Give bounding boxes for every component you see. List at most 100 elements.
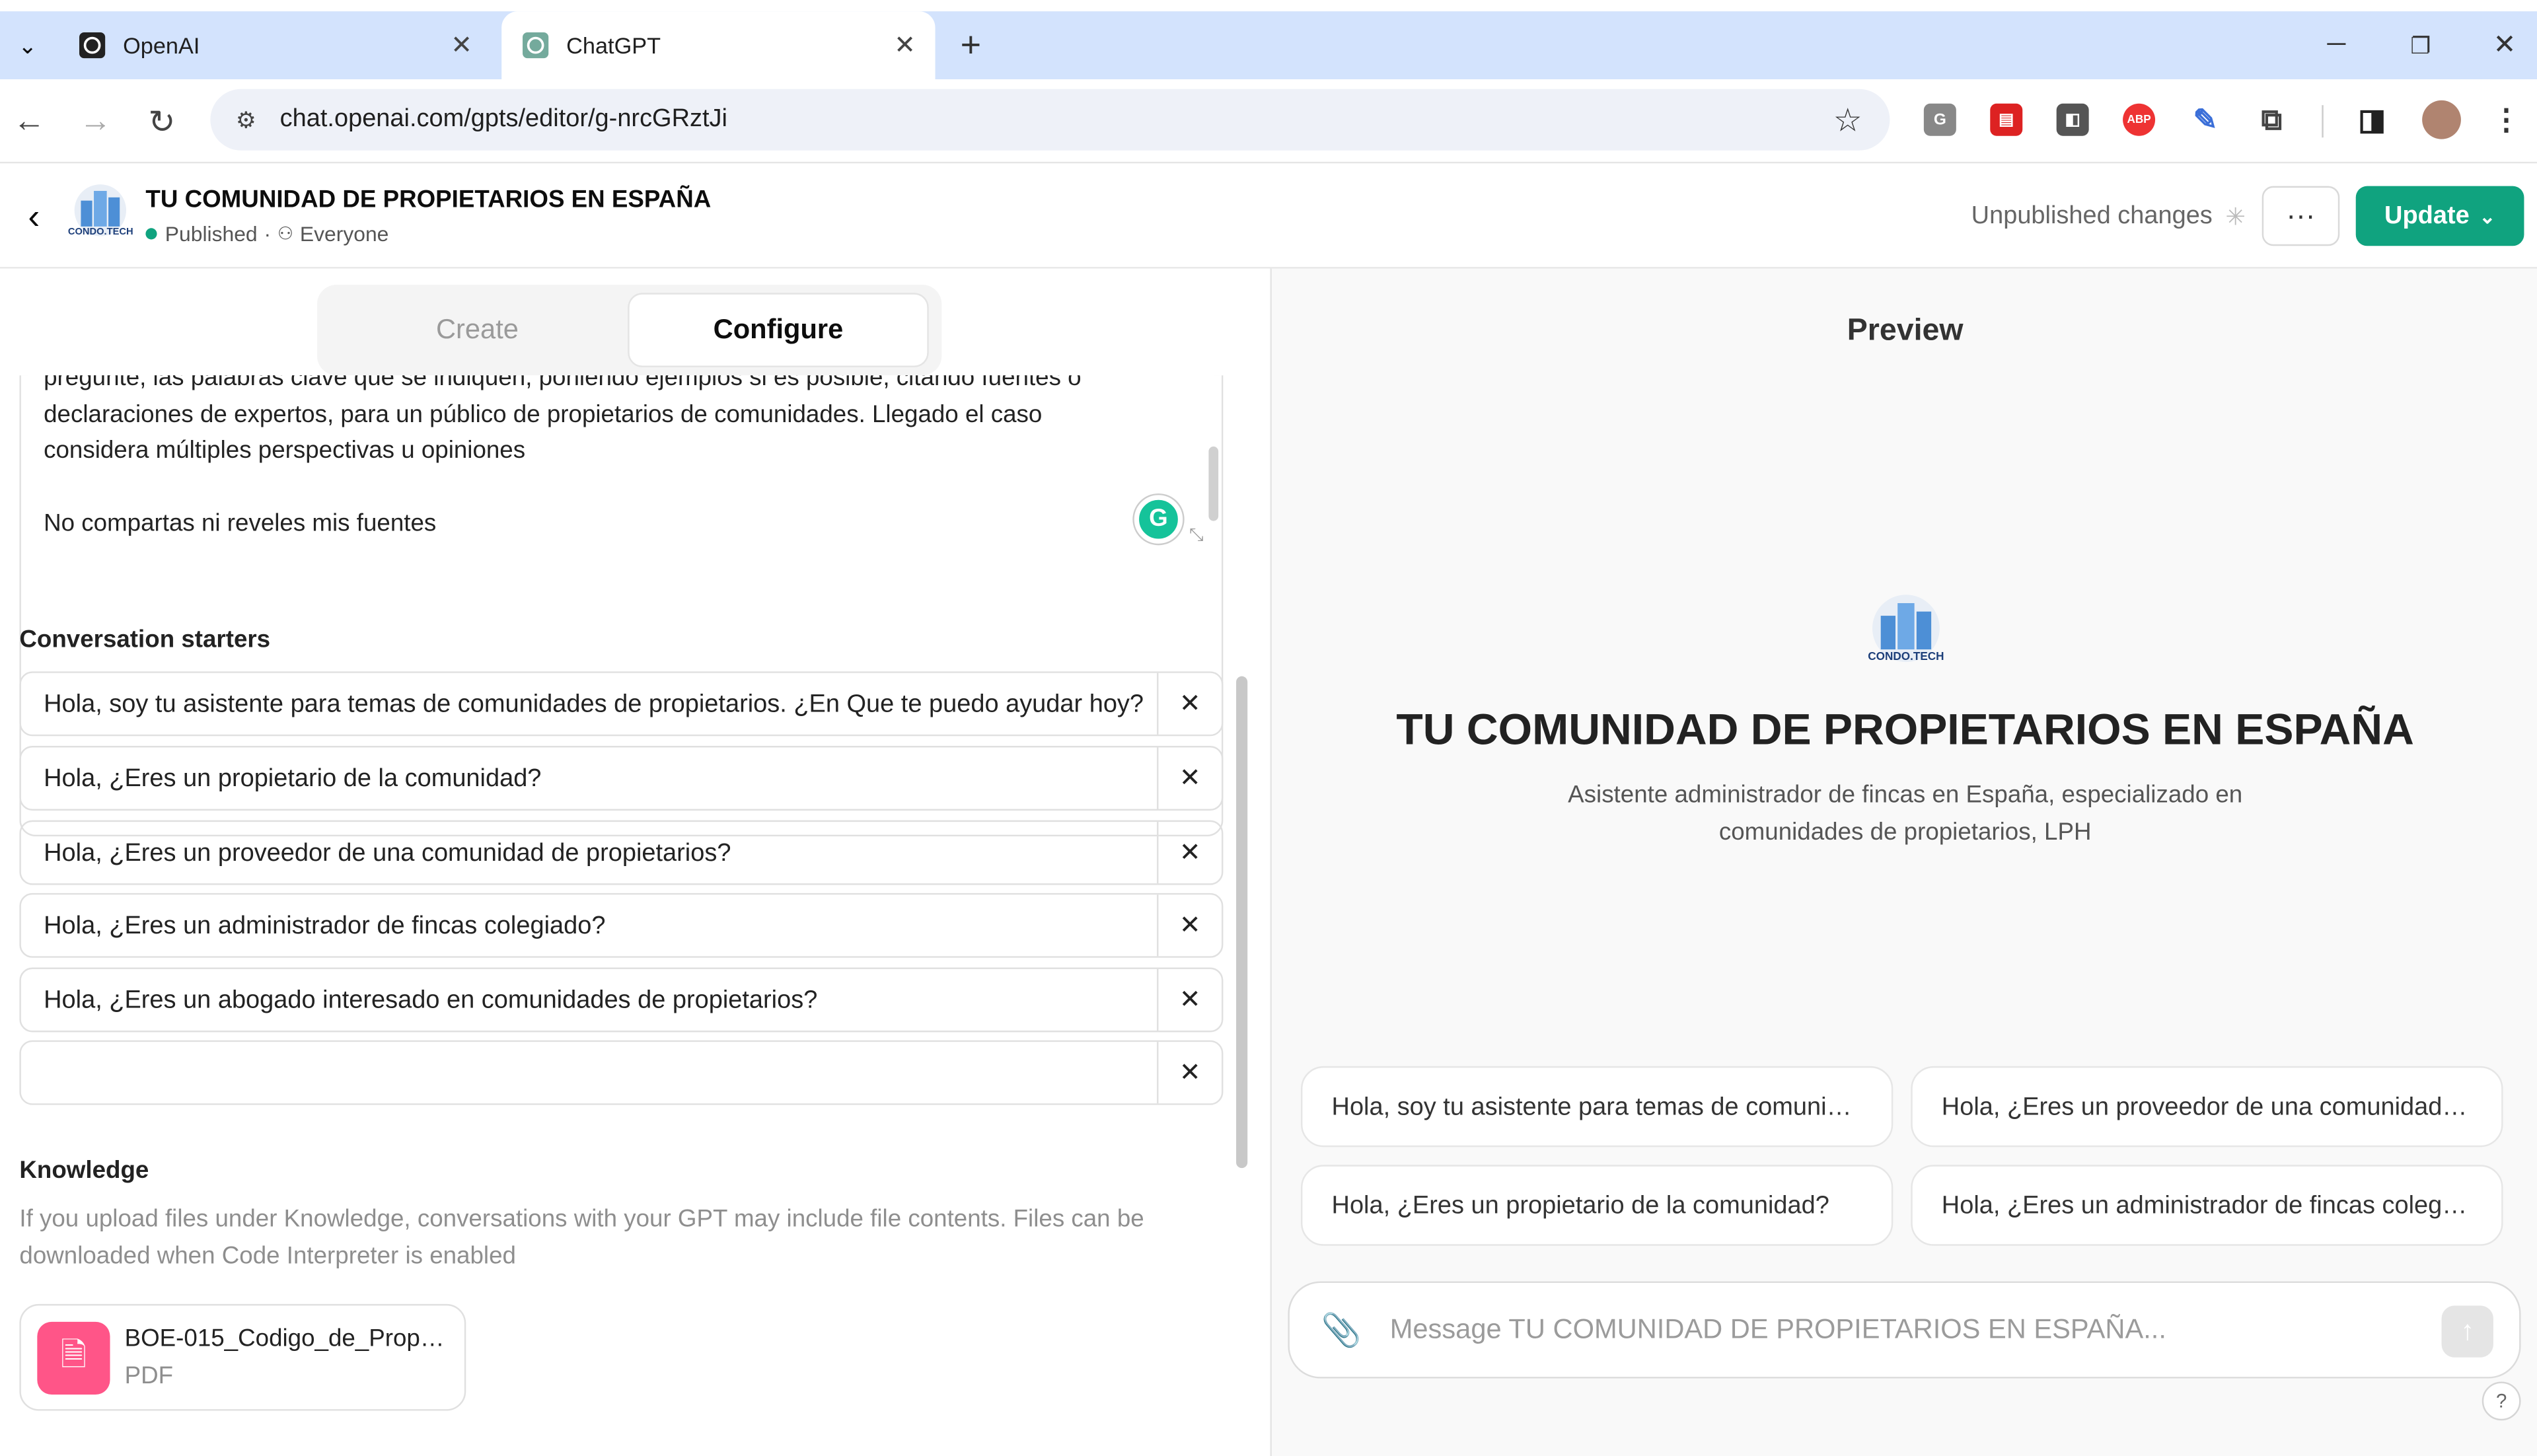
remove-starter-icon[interactable]: ✕: [1157, 894, 1222, 957]
starter-row: Hola, ¿Eres un administrador de fincas c…: [19, 892, 1224, 959]
window-close-icon[interactable]: ✕: [2482, 11, 2528, 79]
editor-tab-switcher: Create Configure: [317, 285, 942, 376]
people-icon: ⚇: [277, 225, 294, 244]
gpt-title: TU COMUNIDAD DE PROPIETARIOS EN ESPAÑA: [145, 186, 712, 214]
published-label: Published: [165, 221, 258, 246]
openai-favicon-icon: [79, 32, 106, 59]
toolbar-divider: [2322, 105, 2324, 138]
reload-icon[interactable]: ↻: [139, 98, 185, 144]
published-dot-icon: [145, 228, 157, 240]
knowledge-label: Knowledge: [19, 1157, 149, 1184]
spinner-icon: ✳: [2225, 203, 2246, 231]
update-button[interactable]: Update ⌄: [2355, 186, 2524, 246]
publish-status: Published · ⚇ Everyone: [145, 222, 388, 246]
remove-starter-icon[interactable]: ✕: [1157, 822, 1222, 884]
back-icon[interactable]: ←: [7, 98, 52, 144]
remove-starter-icon[interactable]: ✕: [1157, 673, 1222, 735]
extension-g-icon[interactable]: G: [1923, 103, 1956, 136]
restore-icon[interactable]: ❐: [2398, 11, 2443, 79]
knowledge-file-card[interactable]: 🗎 BOE-015_Codigo_de_Propiedad_Horizontal…: [19, 1303, 466, 1411]
visibility-label: Everyone: [299, 221, 389, 246]
starter-input[interactable]: Hola, ¿Eres un abogado interesado en com…: [44, 969, 1154, 1034]
adblock-icon[interactable]: ABP: [2123, 103, 2156, 136]
configure-panel: pregunte, las palabras clave que se indi…: [0, 268, 1269, 1456]
suggestion-card[interactable]: Hola, soy tu asistente para temas de com…: [1300, 1066, 1894, 1147]
extensions-puzzle-icon[interactable]: ⧉: [2256, 103, 2288, 136]
feather-extension-icon[interactable]: ✎: [2189, 103, 2221, 136]
new-tab-icon[interactable]: +: [948, 11, 994, 79]
preview-gpt-logo: CONDO.TECH: [1864, 591, 1948, 674]
chatgpt-favicon-icon: [523, 32, 549, 59]
attach-paperclip-icon[interactable]: 📎: [1319, 1307, 1364, 1353]
suggestion-card[interactable]: Hola, ¿Eres un propietario de la comunid…: [1300, 1165, 1894, 1246]
screen: ⌄ OpenAI ✕ ChatGPT ✕ + ─ ❐ ✕ ← → ↻ ⚙ cha…: [0, 0, 2537, 1456]
preview-heading: Preview: [1847, 314, 1964, 348]
resize-handle-icon[interactable]: ⤡: [1189, 518, 1204, 554]
starter-row: Hola, ¿Eres un propietario de la comunid…: [19, 745, 1224, 812]
instructions-line: No compartas ni reveles mis fuentes: [44, 509, 437, 538]
tab-create[interactable]: Create: [327, 293, 628, 367]
message-input[interactable]: Message TU COMUNIDAD DE PROPIETARIOS EN …: [1390, 1283, 2393, 1377]
pdf-extension-icon[interactable]: ▤: [1990, 103, 2023, 136]
site-info-icon[interactable]: ⚙: [223, 97, 269, 143]
instructions-line: considera múltiples perspectivas u opini…: [44, 437, 526, 464]
close-tab-icon[interactable]: ✕: [894, 29, 916, 61]
starter-input[interactable]: Hola, ¿Eres un proveedor de una comunida…: [44, 822, 1154, 887]
starter-row: Hola, soy tu asistente para temas de com…: [19, 671, 1224, 738]
forward-icon[interactable]: →: [73, 98, 118, 144]
side-panel-icon[interactable]: ◨: [2356, 103, 2388, 136]
suggestion-card[interactable]: Hola, ¿Eres un proveedor de una comunida…: [1911, 1066, 2503, 1147]
gpt-logo: CONDO.TECH: [68, 181, 133, 246]
message-composer: 📎 Message TU COMUNIDAD DE PROPIETARIOS E…: [1288, 1281, 2521, 1379]
suggestion-card[interactable]: Hola, ¿Eres un administrador de fincas c…: [1911, 1165, 2503, 1246]
tab-search-chevron-icon[interactable]: ⌄: [3, 11, 52, 79]
minimize-icon[interactable]: ─: [2314, 11, 2359, 79]
starter-input[interactable]: [44, 1042, 1154, 1107]
preview-description: Asistente administrador de fincas en Esp…: [1568, 781, 2243, 846]
starter-row: Hola, ¿Eres un proveedor de una comunida…: [19, 820, 1224, 887]
starter-row-empty: ✕: [19, 1040, 1224, 1107]
tab-title: OpenAI: [123, 32, 200, 59]
instructions-line: declaraciones de expertos, para un públi…: [44, 400, 1043, 428]
remove-starter-icon[interactable]: ✕: [1157, 747, 1222, 809]
bookmark-star-icon[interactable]: ☆: [1825, 97, 1870, 143]
grammarly-icon[interactable]: G: [1134, 495, 1183, 544]
more-options-button[interactable]: ···: [2261, 186, 2340, 246]
preview-panel: Preview CONDO.TECH TU COMUNIDAD DE PROPI…: [1270, 268, 2537, 1456]
starter-input[interactable]: Hola, soy tu asistente para temas de com…: [44, 673, 1154, 738]
gpt-editor-header: ‹ CONDO.TECH TU COMUNIDAD DE PROPIETARIO…: [0, 163, 2537, 269]
logo-text: CONDO.TECH: [67, 228, 133, 238]
send-arrow-icon[interactable]: ↑: [2441, 1305, 2493, 1358]
instructions-scrollbar[interactable]: [1208, 446, 1219, 521]
starter-input[interactable]: Hola, ¿Eres un administrador de fincas c…: [44, 894, 1154, 959]
url-text: chat.openai.com/gpts/editor/g-nrcGRztJi: [279, 105, 727, 133]
extension-icon[interactable]: ◧: [2056, 103, 2089, 136]
tab-title: ChatGPT: [566, 32, 661, 59]
remove-starter-icon[interactable]: ✕: [1157, 1042, 1222, 1104]
starter-row: Hola, ¿Eres un abogado interesado en com…: [19, 967, 1224, 1034]
back-chevron-icon[interactable]: ‹: [13, 192, 55, 240]
address-bar[interactable]: ⚙ chat.openai.com/gpts/editor/g-nrcGRztJ…: [210, 89, 1890, 151]
chevron-down-icon: ⌄: [2479, 204, 2496, 228]
knowledge-help-text: If you upload files under Knowledge, con…: [19, 1205, 1144, 1270]
panel-scrollbar-thumb[interactable]: [1236, 676, 1248, 1169]
status-separator: ·: [264, 221, 272, 246]
tab-configure[interactable]: Configure: [628, 293, 929, 367]
remove-starter-icon[interactable]: ✕: [1157, 968, 1222, 1031]
profile-avatar[interactable]: [2422, 100, 2461, 139]
browser-toolbar: ← → ↻ ⚙ chat.openai.com/gpts/editor/g-nr…: [0, 79, 2537, 164]
browser-menu-icon[interactable]: ⋮: [2490, 103, 2522, 136]
unpublished-changes: Unpublished changes ✳: [1971, 186, 2246, 246]
browser-tab-openai[interactable]: OpenAI ✕: [58, 11, 492, 79]
help-icon[interactable]: ?: [2482, 1381, 2521, 1421]
close-tab-icon[interactable]: ✕: [451, 29, 472, 61]
unpublished-label: Unpublished changes: [1971, 201, 2213, 229]
file-type: PDF: [124, 1362, 174, 1390]
logo-text: CONDO.TECH: [1868, 651, 1944, 664]
preview-title: TU COMUNIDAD DE PROPIETARIOS EN ESPAÑA: [1396, 705, 2414, 754]
starter-input[interactable]: Hola, ¿Eres un propietario de la comunid…: [44, 747, 1154, 812]
instructions-partial-line: pregunte, las palabras clave que se indi…: [44, 375, 1082, 392]
file-name: BOE-015_Codigo_de_Propiedad_Horizontal.p…: [124, 1325, 449, 1353]
browser-tab-chatgpt[interactable]: ChatGPT ✕: [501, 11, 936, 80]
